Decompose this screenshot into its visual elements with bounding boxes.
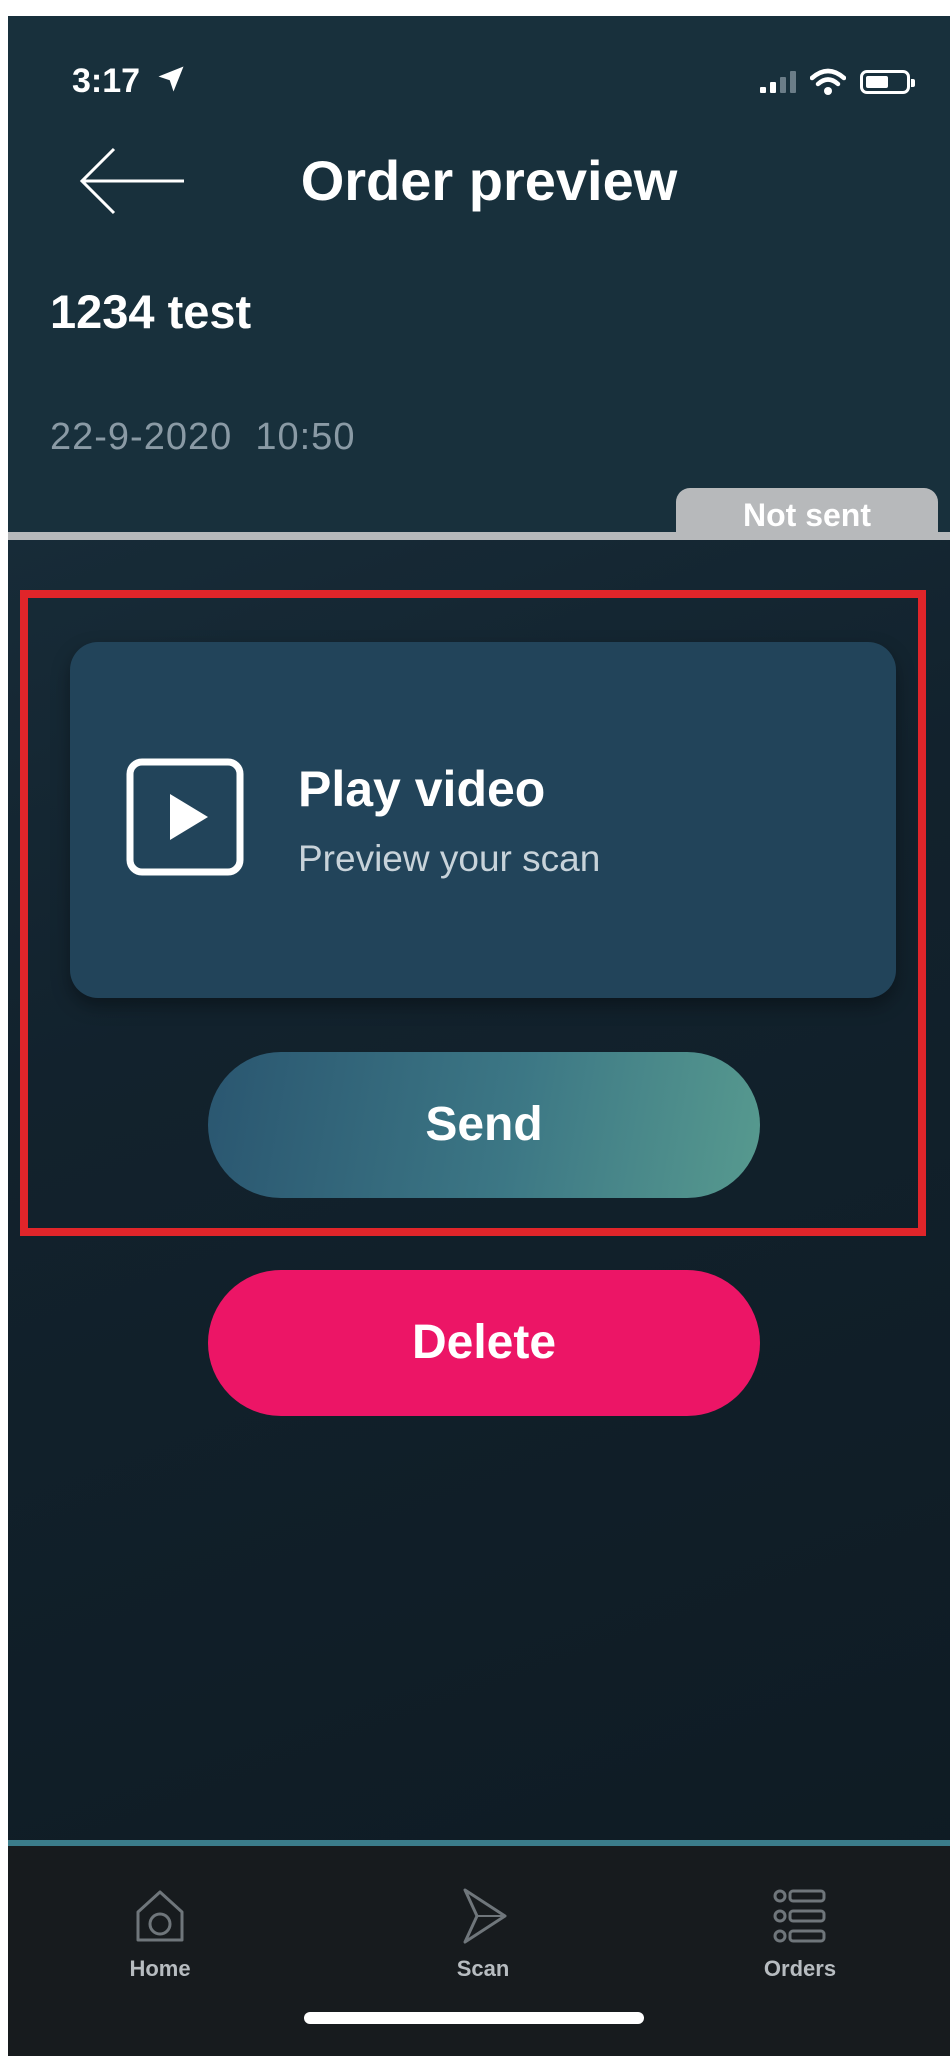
wifi-icon (810, 68, 846, 95)
nav-label-home: Home (129, 1956, 191, 1981)
status-time: 3:17 (72, 62, 141, 100)
battery-icon (860, 70, 915, 94)
home-icon (136, 1890, 184, 1942)
status-indicators (760, 68, 915, 96)
order-name: 1234 test (50, 285, 252, 338)
home-indicator[interactable] (304, 2012, 644, 2024)
scan-icon (463, 1888, 507, 1944)
nav-label-scan: Scan (456, 1956, 510, 1981)
page-title: Order preview (300, 149, 678, 212)
order-date: 22-9-2020 10:50 (50, 416, 356, 458)
nav-item-scan[interactable]: Scan (403, 1886, 563, 1982)
nav-item-home[interactable]: Home (80, 1886, 240, 1982)
orders-icon (773, 1889, 826, 1943)
location-arrow-icon (158, 66, 184, 92)
highlight-frame (20, 590, 926, 1236)
nav-item-orders[interactable]: Orders (720, 1886, 880, 1982)
bottom-nav: Home Scan Orders (8, 1846, 950, 2056)
status-badge: Not sent (676, 488, 938, 540)
nav-label-orders: Orders (763, 1956, 837, 1981)
delete-button[interactable]: Delete (208, 1270, 760, 1416)
cellular-signal-icon (760, 71, 796, 93)
